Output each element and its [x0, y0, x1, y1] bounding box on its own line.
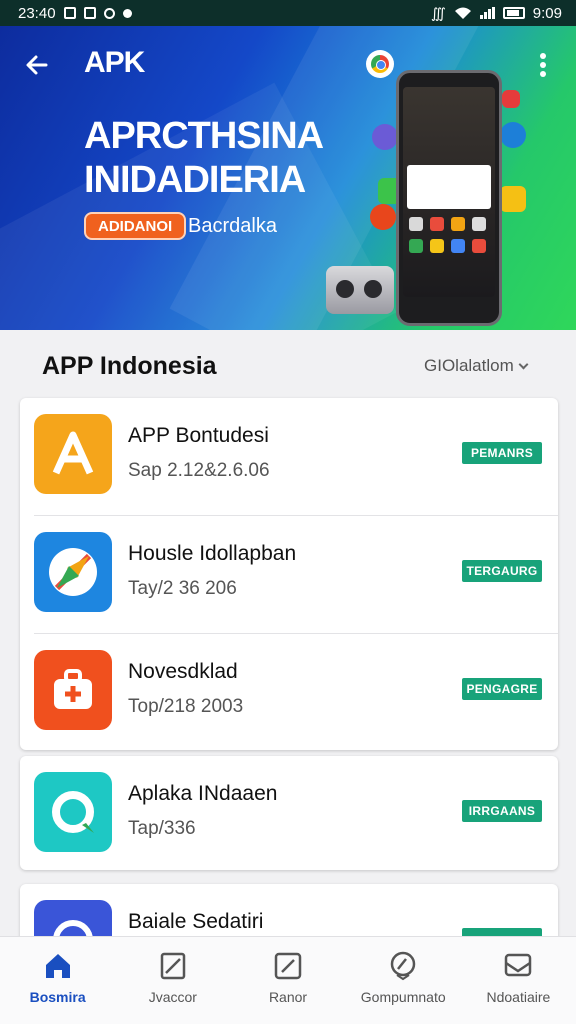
letter-a-icon	[34, 414, 112, 494]
hero-title-line2: INIDADIERIA	[84, 159, 306, 201]
hero-pill-button[interactable]: ADIDANOI	[84, 212, 187, 240]
battery-icon	[502, 7, 525, 19]
hero-title: APRCTHSINA INIDADIERIA	[84, 114, 324, 202]
phone-illustration	[396, 70, 502, 326]
section-filter-label: GIOlalatlom	[424, 356, 514, 375]
wifi-icon	[454, 7, 471, 19]
list-item[interactable]: Housle Idollapban Tay/2 36 206 TERGAURG	[20, 516, 558, 634]
bottom-navigation: Bosmira Jvaccor Ranor Gompumnato Ndoatia…	[0, 936, 576, 1024]
nav-home[interactable]: Bosmira	[0, 937, 115, 1024]
speaker-illustration	[326, 266, 394, 314]
nav-inbox[interactable]: Ndoatiaire	[461, 937, 576, 1024]
app-name: Novesdklad	[128, 660, 238, 683]
install-button[interactable]: PEMANRS	[462, 442, 542, 464]
decor-cube-icon	[372, 124, 398, 150]
nav-edit[interactable]: Ranor	[230, 937, 345, 1024]
app-meta: Tay/2 36 206	[128, 578, 237, 599]
signal-icon	[479, 7, 495, 19]
hero-title-line1: APRCTHSINA	[84, 115, 324, 157]
edit-icon	[274, 952, 302, 980]
medical-kit-icon	[34, 650, 112, 730]
hero-banner[interactable]: APK APRCTHSINA INIDADIERIA ADIDANOI Bacr…	[0, 26, 576, 330]
search-ring-icon	[34, 772, 112, 852]
app-name: Housle Idollapban	[128, 542, 297, 565]
notification-icon	[83, 7, 96, 19]
inbox-icon	[505, 953, 532, 977]
dot-icon	[122, 8, 132, 18]
document-icon	[160, 952, 186, 980]
nav-label: Ranor	[268, 989, 308, 1005]
back-button[interactable]	[20, 48, 54, 82]
list-item[interactable]: Novesdklad Top/218 2003 PENGAGRE	[20, 634, 558, 752]
nav-label: Jvaccor	[148, 989, 197, 1005]
chevron-down-icon	[518, 359, 529, 369]
app-brand: APK	[84, 46, 145, 79]
app-name: APP Bontudesi	[128, 424, 269, 447]
compass-badge-icon	[390, 951, 416, 981]
alarm-icon	[63, 7, 76, 19]
status-right: ∭ 9:09	[431, 5, 562, 22]
sync-icon	[103, 7, 115, 19]
nav-docs[interactable]: Jvaccor	[115, 937, 230, 1024]
decor-cube-icon	[500, 186, 526, 212]
list-item[interactable]: APP Bontudesi Sap 2.12&2.6.06 PEMANRS	[20, 398, 558, 516]
install-button[interactable]: IRRGAANS	[462, 800, 542, 822]
list-item[interactable]: Aplaka INdaaen Tap/336 IRRGAANS	[20, 756, 558, 870]
app-meta: Sap 2.12&2.6.06	[128, 460, 270, 481]
status-right-text: 9:09	[532, 4, 562, 22]
nav-label: Ndoatiaire	[486, 989, 551, 1005]
decor-cube-icon	[500, 122, 526, 148]
chrome-icon	[366, 50, 394, 78]
decor-cube-icon	[370, 204, 396, 230]
hero-subtitle: Bacrdalka	[188, 215, 277, 237]
bluetooth-icon: ∭	[430, 4, 446, 21]
app-meta: Top/218 2003	[128, 696, 244, 717]
section-title: APP Indonesia	[42, 352, 217, 380]
app-list-card: APP Bontudesi Sap 2.12&2.6.06 PEMANRS Ho…	[20, 398, 558, 750]
app-list-card: Baiale Sedatiri	[20, 884, 558, 944]
home-icon	[45, 954, 70, 978]
list-item[interactable]: Baiale Sedatiri	[20, 884, 558, 944]
app-meta: Tap/336	[128, 818, 196, 839]
status-time: 23:40	[18, 4, 56, 22]
app-name: Aplaka INdaaen	[128, 782, 278, 805]
status-bar: 23:40 ∭ 9:09	[0, 0, 576, 26]
compass-icon	[34, 532, 112, 612]
app-name: Baiale Sedatiri	[128, 910, 264, 933]
nav-label: Bosmira	[29, 989, 86, 1005]
nav-explore[interactable]: Gompumnato	[346, 937, 461, 1024]
install-button[interactable]: TERGAURG	[462, 560, 542, 582]
app-list-card: Aplaka INdaaen Tap/336 IRRGAANS	[20, 756, 558, 870]
section-filter-dropdown[interactable]: GIOlalatlom	[424, 356, 529, 376]
nav-label: Gompumnato	[360, 989, 446, 1005]
more-vertical-icon[interactable]	[532, 50, 554, 80]
arrow-left-icon	[26, 55, 48, 75]
install-button[interactable]: PENGAGRE	[462, 678, 542, 700]
status-left: 23:40	[18, 5, 132, 22]
decor-cube-icon	[502, 90, 520, 108]
